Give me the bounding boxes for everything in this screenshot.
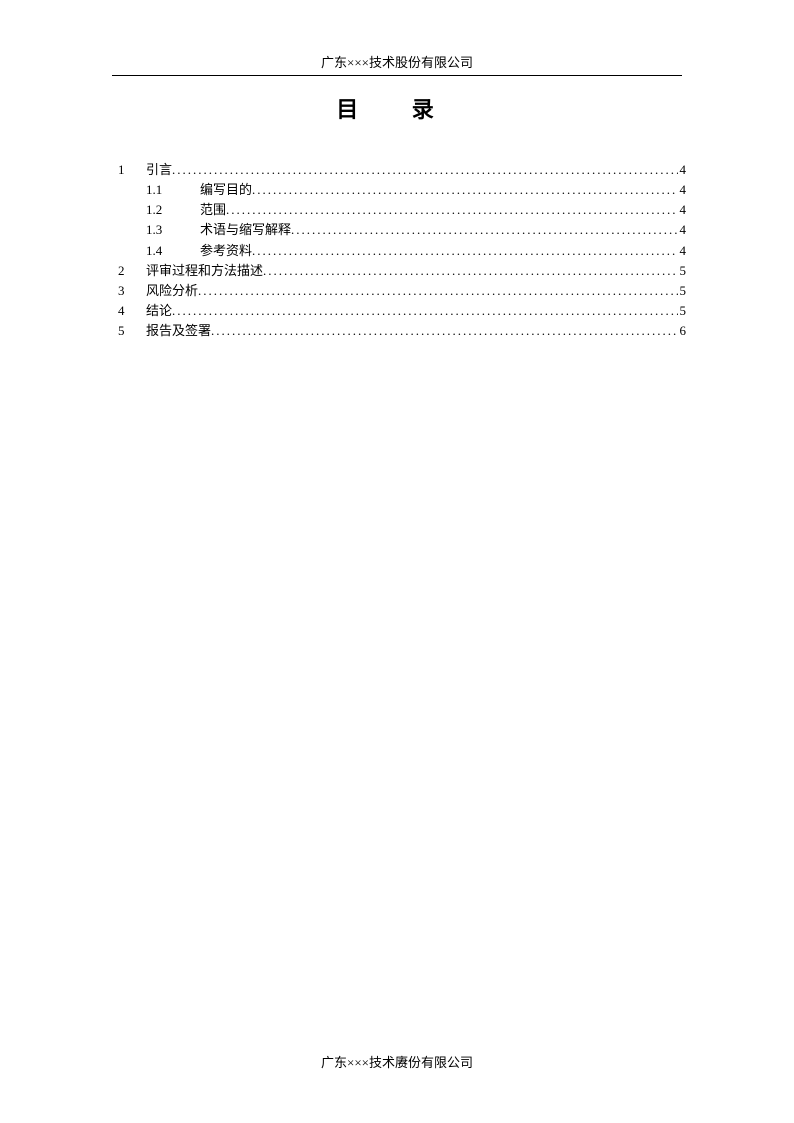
toc-page-number: 4: [678, 180, 687, 200]
toc-row: 1.1编写目的 4: [118, 180, 686, 200]
toc-label: 编写目的: [200, 180, 252, 200]
toc-number: 1.3: [146, 220, 200, 240]
toc-leader-dots: [211, 321, 677, 341]
toc-number: 1: [118, 160, 146, 180]
toc-leader-dots: [291, 220, 677, 240]
toc-leader-dots: [226, 200, 677, 220]
toc-label: 参考资料: [200, 241, 252, 261]
toc-page-number: 6: [678, 321, 687, 341]
toc-row: 1.3术语与缩写解释 4: [118, 220, 686, 240]
toc-label: 报告及签署: [146, 321, 211, 341]
toc-label: 术语与缩写解释: [200, 220, 291, 240]
toc-leader-dots: [198, 281, 677, 301]
toc-row: 1引言 4: [118, 160, 686, 180]
toc-page-number: 4: [678, 200, 687, 220]
toc-row: 2评审过程和方法描述 5: [118, 261, 686, 281]
toc-page-number: 4: [678, 220, 687, 240]
toc-page-number: 4: [678, 160, 687, 180]
toc-row: 5报告及签署 6: [118, 321, 686, 341]
toc-label: 范围: [200, 200, 226, 220]
toc-number: 2: [118, 261, 146, 281]
toc-label: 引言: [146, 160, 172, 180]
toc-number: 4: [118, 301, 146, 321]
toc-number: 5: [118, 321, 146, 341]
toc-page-number: 4: [678, 241, 687, 261]
toc-leader-dots: [252, 241, 677, 261]
toc-leader-dots: [252, 180, 677, 200]
toc-leader-dots: [172, 160, 677, 180]
toc-row: 4结论 5: [118, 301, 686, 321]
toc-page-number: 5: [678, 281, 687, 301]
header-rule: [112, 75, 682, 76]
toc-number: 1.1: [146, 180, 200, 200]
toc-page-number: 5: [678, 301, 687, 321]
toc-label: 结论: [146, 301, 172, 321]
toc-leader-dots: [172, 301, 677, 321]
toc-leader-dots: [263, 261, 677, 281]
header-text: 广东×××技术股份有限公司: [321, 55, 473, 70]
page-title: 目 录: [0, 92, 794, 124]
toc-number: 3: [118, 281, 146, 301]
toc-label: 评审过程和方法描述: [146, 261, 263, 281]
toc-label: 风险分析: [146, 281, 198, 301]
toc-number: 1.2: [146, 200, 200, 220]
toc-row: 1.2范围 4: [118, 200, 686, 220]
page-header: 广东×××技术股份有限公司: [0, 52, 794, 76]
footer-text: 广东×××技术赓份有限公司: [321, 1055, 473, 1070]
toc-number: 1.4: [146, 241, 200, 261]
toc-page-number: 5: [678, 261, 687, 281]
table-of-contents: 1引言41.1编写目的41.2范围41.3术语与缩写解释41.4参考资料42评审…: [118, 160, 686, 341]
page-footer: 广东×××技术赓份有限公司: [0, 1052, 794, 1071]
toc-row: 1.4参考资料 4: [118, 241, 686, 261]
toc-row: 3风险分析 5: [118, 281, 686, 301]
